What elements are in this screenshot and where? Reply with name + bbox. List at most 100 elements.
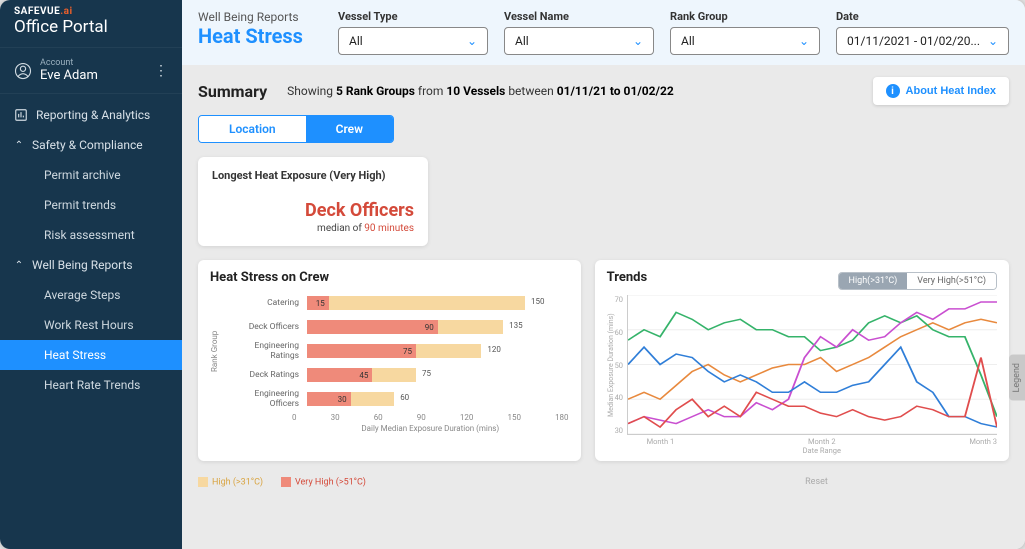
account-label: Account (40, 58, 98, 68)
chevron-up-icon: ⌃ (14, 260, 24, 271)
trend-plot: Median Exposure Duration (mins) 70605040… (607, 295, 997, 435)
user-icon (14, 62, 32, 80)
chevron-down-icon: ⌄ (799, 34, 809, 48)
nav-permit-trends[interactable]: Permit trends (0, 190, 182, 220)
nav-permit-archive[interactable]: Permit archive (0, 160, 182, 190)
nav-label: Work Rest Hours (44, 318, 134, 332)
bar-x-axis-label: Daily Median Exposure Duration (mins) (292, 424, 569, 433)
select-date[interactable]: 01/11/2021 - 01/02/20... ⌄ (836, 27, 1009, 55)
trends-toggle: High(>31°C) Very High(>51°C) (838, 272, 997, 290)
bar-track: 15 150 (307, 294, 569, 312)
tick-label: 70 (615, 295, 623, 304)
nav-well-being-reports[interactable]: ⌃ Well Being Reports (0, 250, 182, 280)
bar-row: Deck Ratings4575 (225, 363, 569, 387)
account-block[interactable]: Account Eve Adam ⋮ (0, 47, 182, 94)
filter-vessel-type: Vessel Type All ⌄ (338, 10, 488, 55)
swatch-icon (281, 477, 291, 487)
summary-subtitle: Showing 5 Rank Groups from 10 Vessels be… (287, 84, 674, 98)
nav-risk-assessment[interactable]: Risk assessment (0, 220, 182, 250)
chevron-down-icon: ⌄ (633, 34, 643, 48)
tick-label: Month 3 (969, 437, 997, 446)
bar-value-label: 135 (509, 321, 523, 330)
bar-x-axis: 0306090120150180 (292, 413, 569, 422)
toggle-high[interactable]: High(>31°C) (839, 273, 908, 289)
charts-row: Heat Stress on Crew Rank Group Catering1… (198, 260, 1009, 461)
bar-very-high-segment[interactable]: 15 (307, 296, 329, 310)
bar-row: Engineering Officers3060 (225, 387, 569, 411)
summary-row: Summary Showing 5 Rank Groups from 10 Ve… (198, 77, 1009, 105)
bar-area: Catering15150Deck Officers90135Engineeri… (225, 291, 569, 411)
content-area: Summary Showing 5 Rank Groups from 10 Ve… (182, 65, 1025, 549)
bar-value-label: 120 (487, 345, 501, 354)
nav-heart-rate-trends[interactable]: Heart Rate Trends (0, 370, 182, 400)
bar-row: Engineering Ratings 75 120 (225, 339, 569, 363)
bar-very-high-segment[interactable]: 75 (307, 344, 416, 358)
segment-crew[interactable]: Crew (306, 116, 393, 142)
nav-label: Heart Rate Trends (44, 378, 140, 392)
nav-label: Permit archive (44, 168, 121, 182)
nav-work-rest-hours[interactable]: Work Rest Hours (0, 310, 182, 340)
chevron-down-icon: ⌄ (988, 34, 998, 48)
bar-value-label: 150 (531, 297, 545, 306)
tick-label: 50 (615, 361, 623, 370)
bar-category-label: Catering (225, 298, 303, 308)
bar-very-high-segment[interactable]: 45 (307, 368, 372, 382)
filter-label: Vessel Type (338, 10, 488, 23)
select-value: All (681, 34, 695, 48)
longest-exposure-card: Longest Heat Exposure (Very High) Deck O… (198, 157, 428, 246)
legend-row: High (>31°C) Very High (>51°C) Reset (198, 477, 1009, 487)
nav-label: Reporting & Analytics (36, 108, 150, 122)
bar-very-high-segment[interactable]: 90 (307, 320, 438, 334)
bar-value-label: 75 (422, 369, 431, 378)
trends-card: Trends High(>31°C) Very High(>51°C) Medi… (595, 260, 1009, 461)
filter-label: Vessel Name (504, 10, 654, 23)
summary-title: Summary (198, 82, 267, 101)
nav-label: Average Steps (44, 288, 120, 302)
tick-label: 40 (615, 393, 623, 402)
portal-title: Office Portal (0, 17, 182, 47)
nav-safety-compliance[interactable]: ⌃ Safety & Compliance (0, 130, 182, 160)
tick-label: 150 (507, 413, 521, 422)
swatch-icon (198, 477, 208, 487)
bar-very-high-segment[interactable]: 30 (307, 392, 351, 406)
trend-line[interactable] (628, 347, 997, 427)
main-content: Well Being Reports Heat Stress Vessel Ty… (182, 0, 1025, 549)
brand-logo: SAFEVUE.ai (0, 0, 182, 17)
tick-label: 90 (417, 413, 426, 422)
bar-category-label: Engineering Ratings (225, 341, 303, 361)
about-heat-index-button[interactable]: i About Heat Index (873, 77, 1009, 105)
tick-label: 60 (374, 413, 383, 422)
select-value: 01/11/2021 - 01/02/20... (847, 34, 980, 48)
trend-line[interactable] (628, 358, 997, 428)
breadcrumb: Well Being Reports (198, 10, 303, 24)
reset-button[interactable]: Reset (565, 477, 828, 487)
bar-category-label: Engineering Officers (225, 389, 303, 409)
bar-row: Catering 15 150 (225, 291, 569, 315)
account-menu-kebab-icon[interactable]: ⋮ (154, 63, 168, 79)
account-name: Eve Adam (40, 68, 98, 83)
tick-label: 60 (615, 328, 623, 337)
bar-high-segment[interactable] (307, 296, 525, 310)
exposure-sub: median of 90 minutes (212, 223, 414, 234)
nav-reporting-analytics[interactable]: Reporting & Analytics (0, 100, 182, 130)
bar-row: Deck Officers90135 (225, 315, 569, 339)
topbar: Well Being Reports Heat Stress Vessel Ty… (182, 0, 1025, 65)
card-header: Longest Heat Exposure (Very High) (212, 169, 414, 182)
sidebar: SAFEVUE.ai Office Portal Account Eve Ada… (0, 0, 182, 549)
filter-label: Date (836, 10, 1009, 23)
select-vessel-type[interactable]: All ⌄ (338, 27, 488, 55)
segment-location[interactable]: Location (199, 116, 306, 142)
tick-label: 30 (615, 426, 623, 435)
nav-label: Risk assessment (44, 228, 135, 242)
bar-track: 45 75 (307, 366, 569, 384)
select-rank-group[interactable]: All ⌄ (670, 27, 820, 55)
legend-tab[interactable]: Legend (1009, 355, 1025, 401)
nav-average-steps[interactable]: Average Steps (0, 280, 182, 310)
bar-chart: Rank Group Catering15150Deck Officers901… (210, 291, 569, 411)
page-title-block: Well Being Reports Heat Stress (198, 10, 303, 48)
select-vessel-name[interactable]: All ⌄ (504, 27, 654, 55)
toggle-very-high[interactable]: Very High(>51°C) (907, 273, 996, 289)
trend-svg (627, 295, 997, 435)
nav-heat-stress[interactable]: Heat Stress (0, 340, 182, 370)
chart-title: Trends (607, 270, 648, 285)
